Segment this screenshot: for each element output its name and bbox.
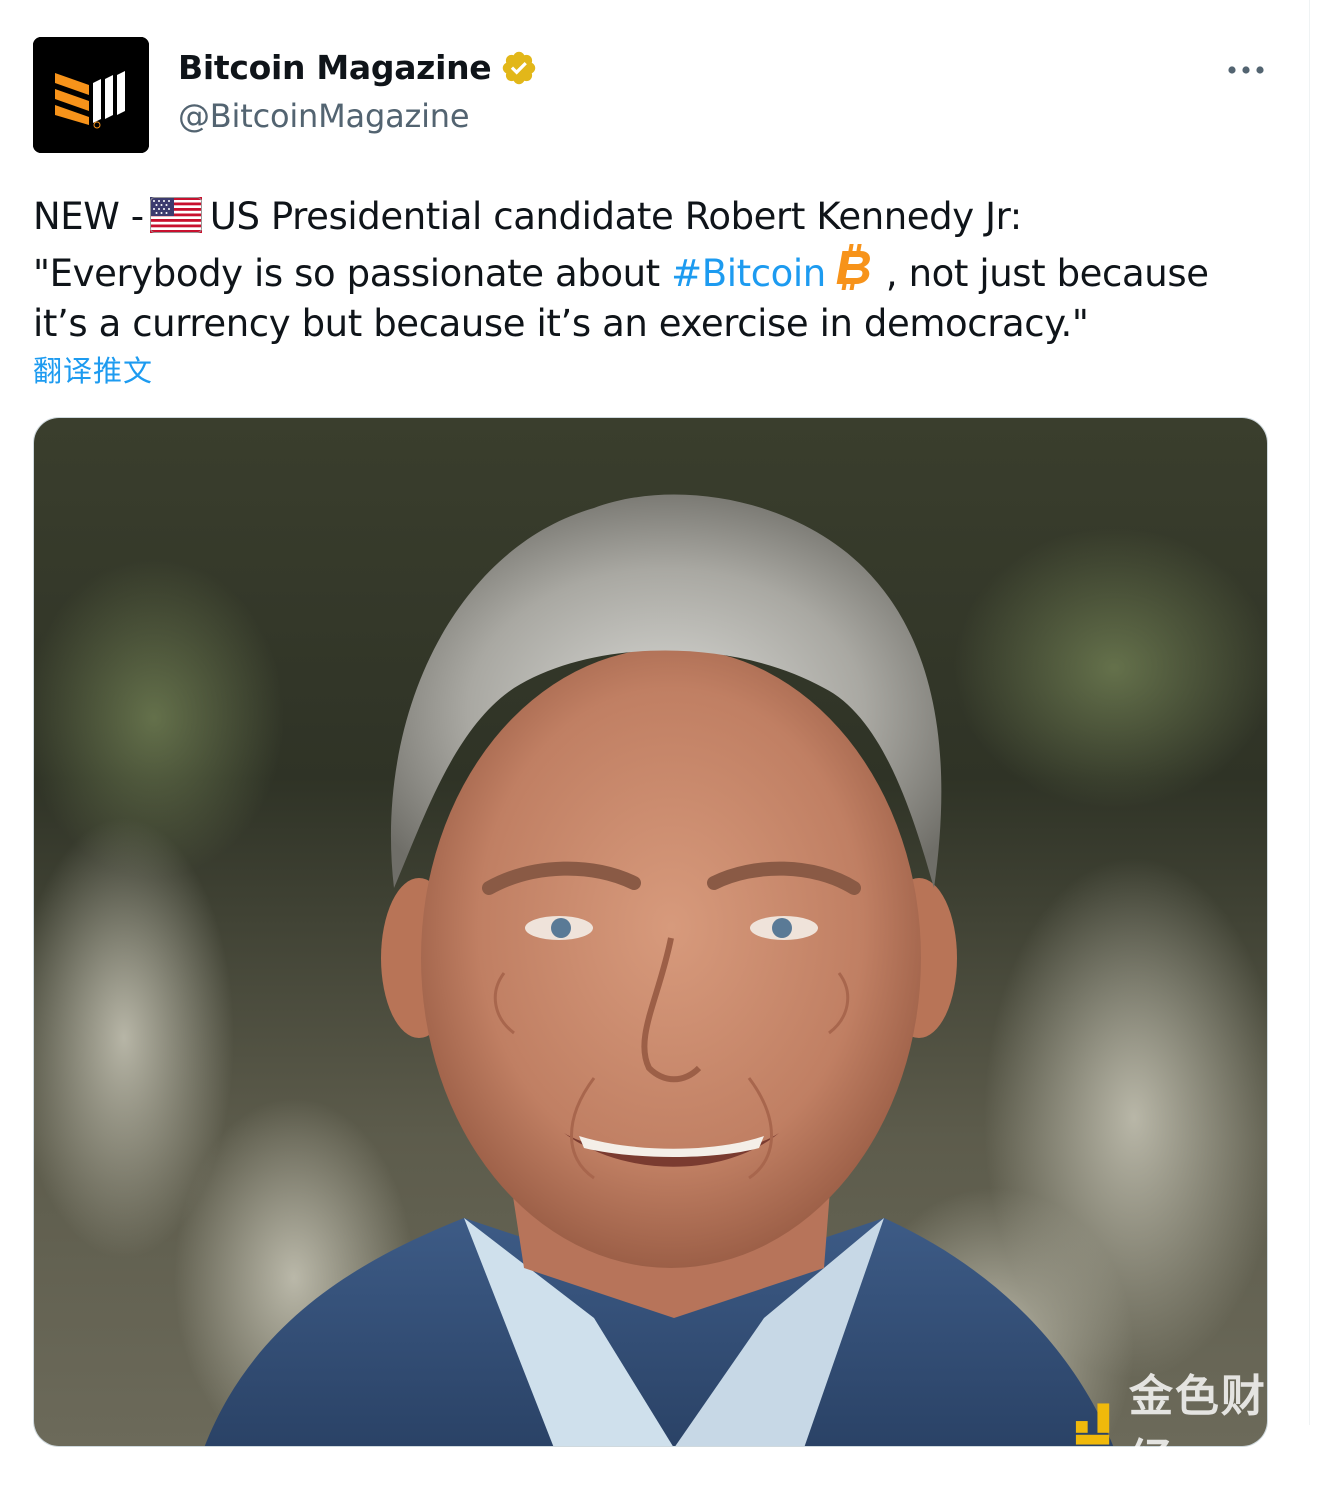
- watermark-text: 金色财经: [1128, 1371, 1267, 1486]
- tweet-line-1-prefix: NEW -: [33, 195, 144, 238]
- tweet-line-3: it’s a currency but because it’s an exer…: [33, 302, 1089, 345]
- translate-tweet-link[interactable]: 翻译推文: [33, 348, 153, 390]
- portrait-photo: [34, 418, 1267, 1446]
- tweet-line-2-suffix: , not just because: [885, 252, 1209, 295]
- more-options-button[interactable]: [1222, 55, 1270, 85]
- tweet-line-2-prefix: "Everybody is so passionate about: [33, 252, 660, 295]
- us-flag-icon: [149, 197, 202, 233]
- bitcoin-magazine-logo-icon: [33, 37, 149, 153]
- tweet-text: NEW - US Presidential candidate Robert K…: [33, 192, 1283, 349]
- more-horizontal-icon: [1228, 66, 1264, 74]
- tweet-page: Bitcoin Magazine @BitcoinMagazine NEW -: [0, 0, 1310, 1486]
- tweet-line-2: "Everybody is so passionate about #Bitco…: [33, 242, 1283, 299]
- author-display-name[interactable]: Bitcoin Magazine: [178, 48, 492, 87]
- tweet-line-1-rest: US Presidential candidate Robert Kennedy…: [209, 195, 1022, 238]
- hashtag-bitcoin-link[interactable]: #Bitcoin: [671, 252, 826, 295]
- tweet-line-1: NEW - US Presidential candidate Robert K…: [33, 192, 1283, 242]
- author-name-row: Bitcoin Magazine: [178, 48, 538, 87]
- jinse-logo-icon: [1075, 1403, 1110, 1445]
- verified-badge-icon[interactable]: [500, 49, 538, 87]
- watermark: 金色财经: [1072, 1360, 1309, 1488]
- author-handle[interactable]: @BitcoinMagazine: [178, 97, 470, 135]
- author-avatar[interactable]: [33, 37, 149, 153]
- tweet-media-photo[interactable]: [33, 417, 1268, 1447]
- bitcoin-icon: [836, 244, 870, 290]
